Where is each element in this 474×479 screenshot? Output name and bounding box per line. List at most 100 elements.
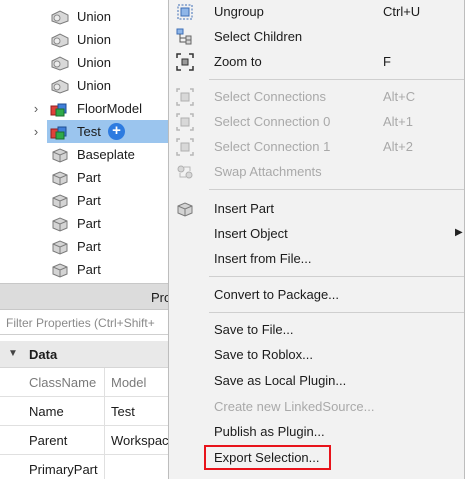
- menu-item-swap-attachments[interactable]: Swap Attachments: [169, 160, 464, 185]
- select-connections-icon: [176, 88, 194, 106]
- tree-item-union[interactable]: Union: [0, 5, 168, 28]
- tree-item-label: Part: [77, 193, 101, 208]
- tree-item-label: Part: [77, 239, 101, 254]
- tree-item-union[interactable]: Union: [0, 51, 168, 74]
- property-name: ClassName: [29, 375, 97, 390]
- menu-item-export-selection[interactable]: Export Selection...: [169, 446, 464, 471]
- swap-attachments-icon: [177, 165, 193, 179]
- menu-separator: [209, 312, 464, 313]
- tree-item-union[interactable]: Union: [0, 74, 168, 97]
- tree-item-label: Part: [77, 216, 101, 231]
- part-icon: [52, 240, 68, 255]
- chevron-right-icon[interactable]: ›: [30, 97, 42, 120]
- tree-item-label: Union: [77, 32, 111, 47]
- section-label: Data: [29, 347, 58, 362]
- menu-item-label: Insert Object: [214, 226, 288, 241]
- explorer-panel: Union Union Union Union › FloorModel › T…: [0, 0, 168, 283]
- menu-item-label: Create new LinkedSource...: [214, 399, 375, 414]
- tree-item-label: Baseplate: [77, 147, 135, 162]
- tree-item-part[interactable]: Part: [0, 258, 168, 281]
- submenu-arrow-icon: ▶: [455, 227, 463, 238]
- property-row-primarypart[interactable]: PrimaryPart: [0, 455, 168, 479]
- tree-item-floormodel[interactable]: › FloorModel: [0, 97, 168, 120]
- property-value[interactable]: Workspac: [111, 433, 169, 448]
- property-row-parent[interactable]: Parent Workspac: [0, 426, 169, 455]
- tree-item-label: Part: [77, 262, 101, 277]
- menu-item-save-to-file[interactable]: Save to File...: [169, 318, 464, 343]
- tree-item-label: Union: [77, 9, 111, 24]
- menu-item-insert-part[interactable]: Insert Part: [169, 197, 464, 222]
- column-divider: [104, 368, 105, 397]
- union-icon: [51, 79, 69, 94]
- menu-item-publish-as-plugin[interactable]: Publish as Plugin...: [169, 420, 464, 445]
- property-name: Parent: [29, 433, 68, 448]
- background-strip: [465, 0, 474, 479]
- property-row-classname: ClassName Model: [0, 368, 168, 397]
- tree-item-label: Part: [77, 170, 101, 185]
- model-icon: [50, 126, 67, 140]
- menu-item-shortcut: F: [383, 54, 391, 69]
- menu-item-convert-to-package[interactable]: Convert to Package...: [169, 283, 464, 308]
- menu-item-shortcut: Alt+1: [383, 114, 413, 129]
- property-value[interactable]: Test: [111, 404, 135, 419]
- add-object-button[interactable]: +: [108, 123, 125, 140]
- part-icon: [52, 148, 68, 163]
- menu-item-select-connection-1[interactable]: Select Connection 1 Alt+2: [169, 135, 464, 160]
- menu-item-label: Select Children: [214, 29, 303, 44]
- property-name: Name: [29, 404, 64, 419]
- menu-separator: [209, 276, 464, 277]
- menu-item-shortcut: Alt+C: [383, 89, 416, 104]
- menu-item-label: Zoom to: [214, 54, 262, 69]
- union-icon: [51, 56, 69, 71]
- menu-item-label: Select Connection 1: [214, 139, 331, 154]
- ungroup-icon: [177, 4, 193, 20]
- collapse-caret-icon[interactable]: ▼: [8, 348, 18, 359]
- tree-item-part[interactable]: Part: [0, 189, 168, 212]
- menu-item-select-children[interactable]: Select Children: [169, 25, 464, 50]
- chevron-right-icon[interactable]: ›: [30, 120, 42, 143]
- data-section-header[interactable]: ▼ Data: [0, 341, 168, 368]
- menu-item-label: Select Connection 0: [214, 114, 331, 129]
- part-icon: [52, 217, 68, 232]
- menu-item-label: Save to File...: [214, 322, 294, 337]
- menu-item-label: Swap Attachments: [214, 164, 322, 179]
- column-divider: [104, 426, 105, 455]
- menu-item-label: Save as Local Plugin...: [214, 373, 347, 388]
- filter-properties-input[interactable]: [0, 311, 168, 335]
- part-icon: [52, 263, 68, 278]
- tree-item-baseplate[interactable]: Baseplate: [0, 143, 168, 166]
- menu-item-label: Publish as Plugin...: [214, 424, 325, 439]
- part-icon: [52, 171, 68, 186]
- union-icon: [51, 33, 69, 48]
- union-icon: [51, 10, 69, 25]
- menu-item-insert-object[interactable]: Insert Object ▶: [169, 222, 464, 247]
- menu-item-select-connection-0[interactable]: Select Connection 0 Alt+1: [169, 110, 464, 135]
- menu-item-label: Select Connections: [214, 89, 327, 104]
- tree-item-test[interactable]: › Test +: [0, 120, 168, 143]
- tree-item-union[interactable]: Union: [0, 28, 168, 51]
- menu-item-label: Insert from File...: [214, 251, 312, 266]
- menu-item-label: Save to Roblox...: [214, 347, 313, 362]
- menu-item-zoom-to[interactable]: Zoom to F: [169, 50, 464, 75]
- select-children-icon: [176, 28, 192, 45]
- property-row-name[interactable]: Name Test: [0, 397, 168, 426]
- zoom-to-icon: [176, 53, 194, 71]
- menu-item-create-linkedsource[interactable]: Create new LinkedSource...: [169, 395, 464, 420]
- property-value: Model: [111, 375, 147, 390]
- tree-item-label: Union: [77, 78, 111, 93]
- menu-item-label: Export Selection...: [214, 450, 320, 465]
- model-icon: [50, 103, 67, 117]
- tree-item-part[interactable]: Part: [0, 212, 168, 235]
- menu-item-save-as-local-plugin[interactable]: Save as Local Plugin...: [169, 369, 464, 394]
- menu-item-insert-from-file[interactable]: Insert from File...: [169, 247, 464, 272]
- tree-item-part[interactable]: Part: [0, 235, 168, 258]
- tree-item-part[interactable]: Part: [0, 166, 168, 189]
- menu-item-select-connections[interactable]: Select Connections Alt+C: [169, 85, 464, 110]
- context-menu: Ungroup Ctrl+U Select Children Zoom to F…: [168, 0, 465, 479]
- tree-item-label: Test: [77, 124, 101, 139]
- menu-item-save-to-roblox[interactable]: Save to Roblox...: [169, 343, 464, 368]
- menu-separator: [209, 189, 464, 190]
- properties-header: Pro: [0, 283, 171, 310]
- menu-item-ungroup[interactable]: Ungroup Ctrl+U: [169, 0, 464, 25]
- column-divider: [104, 455, 105, 479]
